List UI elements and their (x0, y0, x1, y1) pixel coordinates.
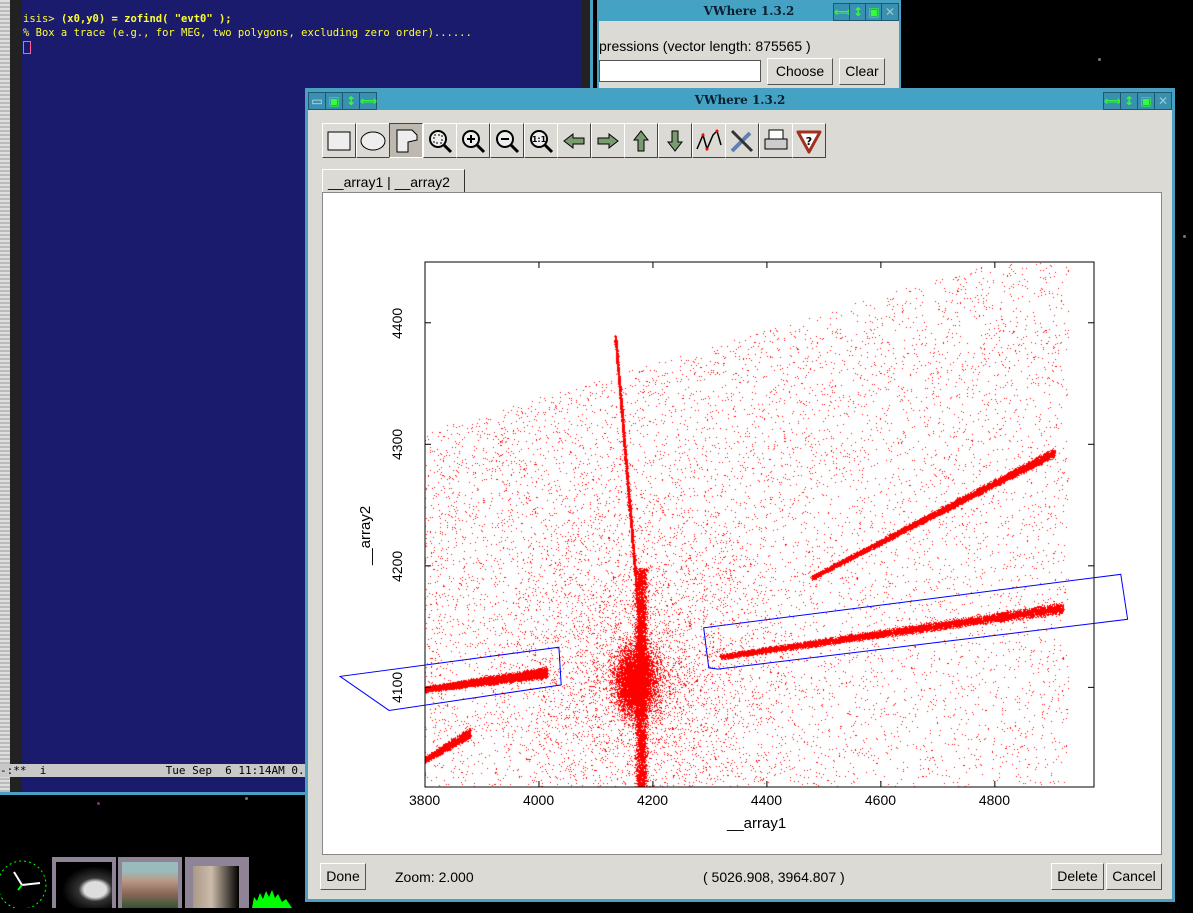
vwhere-main-window[interactable]: ▭ ▣ ↕ ⟺ VWhere 1.3.2 ⟺ ↕ ▣ ✕ 1:1? __arra… (305, 88, 1175, 902)
iconify-icon[interactable]: ▣ (325, 92, 343, 110)
terminal-command: (x0,y0) = zofind( "evt0" ); (60, 13, 232, 25)
pan-right-button[interactable] (590, 123, 625, 158)
y-tick-label: 4400 (389, 307, 405, 339)
zoom-fit-icon (428, 129, 452, 153)
print-button[interactable] (758, 123, 793, 158)
x-tick-label: 4400 (750, 792, 783, 808)
y-tick-label: 4300 (389, 429, 405, 461)
x-tick-label: 4200 (636, 792, 669, 808)
pan-down-button[interactable] (658, 123, 692, 158)
maximize-vertical-icon[interactable]: ↕ (1120, 92, 1138, 110)
text-cursor (23, 40, 31, 54)
window-menu-icon[interactable]: ▭ (308, 92, 326, 110)
clock-applet[interactable] (0, 857, 50, 910)
arrow-left-icon (563, 132, 585, 149)
choose-button[interactable]: Choose (767, 58, 833, 85)
help-icon: ? (796, 130, 822, 153)
clear-button[interactable]: Clear (839, 58, 885, 85)
plot-frame (424, 261, 1095, 788)
title-bar[interactable]: VWhere 1.3.2 ⟺ ↕ ▣ ✕ (599, 2, 899, 21)
terminal-output[interactable]: isis> (x0,y0) = zofind( "evt0" ); % Box … (23, 12, 472, 54)
polygon-icon (396, 129, 418, 152)
selection-polygon[interactable] (703, 573, 1129, 670)
canyon-thumbnail[interactable] (118, 857, 182, 908)
tab-array1-array2[interactable]: __array1 | __array2 (322, 169, 465, 193)
zoom-1to1-icon: 1:1 (529, 129, 553, 153)
arrow-right-icon (597, 132, 619, 149)
zoom-fit-button[interactable] (422, 123, 457, 158)
maximize-horizontal-icon[interactable]: ⟺ (359, 92, 377, 110)
close-icon[interactable]: ✕ (1154, 92, 1172, 110)
cursor-coordinates: ( 5026.908, 3964.807 ) (703, 869, 845, 885)
star (97, 802, 100, 805)
star (1183, 235, 1186, 238)
arrow-down-icon (666, 130, 684, 152)
pan-up-button[interactable] (624, 123, 659, 158)
help-button[interactable]: ? (792, 123, 827, 158)
star (245, 797, 248, 800)
saturn-thumbnail[interactable] (52, 857, 116, 908)
plot-line-icon (695, 129, 722, 151)
zoom-level: Zoom: 2.000 (395, 869, 474, 885)
title-bar[interactable]: ▭ ▣ ↕ ⟺ VWhere 1.3.2 ⟺ ↕ ▣ ✕ (308, 91, 1172, 110)
rectangle-tool-button[interactable] (322, 123, 356, 158)
x-tick-label: 3800 (409, 792, 441, 808)
plot-overlay (338, 261, 1129, 788)
polygon-tool-button[interactable] (389, 123, 424, 158)
cpu-monitor-applet[interactable] (252, 857, 308, 908)
plot-area[interactable]: 3800 4000 4200 4400 4600 4800 4100 4200 4300 440… (322, 192, 1162, 855)
x-tick-label: 4800 (978, 792, 1010, 808)
zoom-in-button[interactable] (456, 123, 491, 158)
plot-style-button[interactable] (691, 123, 726, 158)
preferences-button[interactable] (725, 123, 760, 158)
tools-icon (730, 129, 754, 152)
terminal-scrollbar[interactable] (0, 0, 10, 792)
terminal-prompt: isis> (23, 13, 61, 25)
window-title: VWhere 1.3.2 (703, 4, 795, 18)
background-vwhere-window[interactable]: VWhere 1.3.2 ⟺ ↕ ▣ ✕ pressions (vector l… (597, 0, 901, 99)
rectangle-icon (327, 131, 351, 150)
status-clock: Tue Sep 6 11:14AM 0.07 (165, 764, 318, 777)
arrow-up-icon (633, 129, 650, 151)
y-axis-label: __array2 (357, 505, 374, 565)
terminal-message: % Box a trace (e.g., for MEG, two polygo… (23, 27, 472, 39)
zoom-out-button[interactable] (490, 123, 524, 158)
expressions-label: pressions (vector length: 875565 ) (599, 38, 811, 54)
pan-left-button[interactable] (557, 123, 592, 158)
terminal-gutter (10, 0, 22, 792)
ellipse-icon (360, 131, 386, 150)
printer-icon (764, 129, 788, 149)
cancel-button[interactable]: Cancel (1106, 863, 1162, 890)
svg-text:1:1: 1:1 (531, 135, 546, 144)
y-tick-label: 4100 (389, 672, 405, 704)
y-tick-label: 4200 (389, 550, 405, 582)
ellipse-tool-button[interactable] (355, 123, 390, 158)
star (1098, 58, 1101, 61)
iconify-icon[interactable]: ▣ (1137, 92, 1155, 110)
svg-text:?: ? (806, 135, 812, 148)
status-mode: -:** i (0, 764, 47, 777)
x-axis-label: __array1 (727, 815, 787, 832)
expression-input[interactable] (599, 60, 761, 82)
selection-polygon[interactable] (338, 646, 562, 711)
maximize-horizontal-icon[interactable]: ⟺ (1103, 92, 1121, 110)
zoom-in-icon (462, 129, 486, 153)
delete-button[interactable]: Delete (1051, 863, 1104, 890)
x-tick-label: 4600 (864, 792, 897, 808)
zoom-out-icon (496, 129, 520, 153)
done-button[interactable]: Done (320, 863, 366, 890)
maximize-vertical-icon[interactable]: ↕ (342, 92, 360, 110)
jupiter-thumbnail[interactable] (185, 857, 249, 908)
window-title: VWhere 1.3.2 (694, 93, 786, 107)
x-tick-label: 4000 (522, 792, 555, 808)
zoom-reset-button[interactable]: 1:1 (523, 123, 558, 158)
close-icon[interactable]: ✕ (881, 3, 899, 21)
